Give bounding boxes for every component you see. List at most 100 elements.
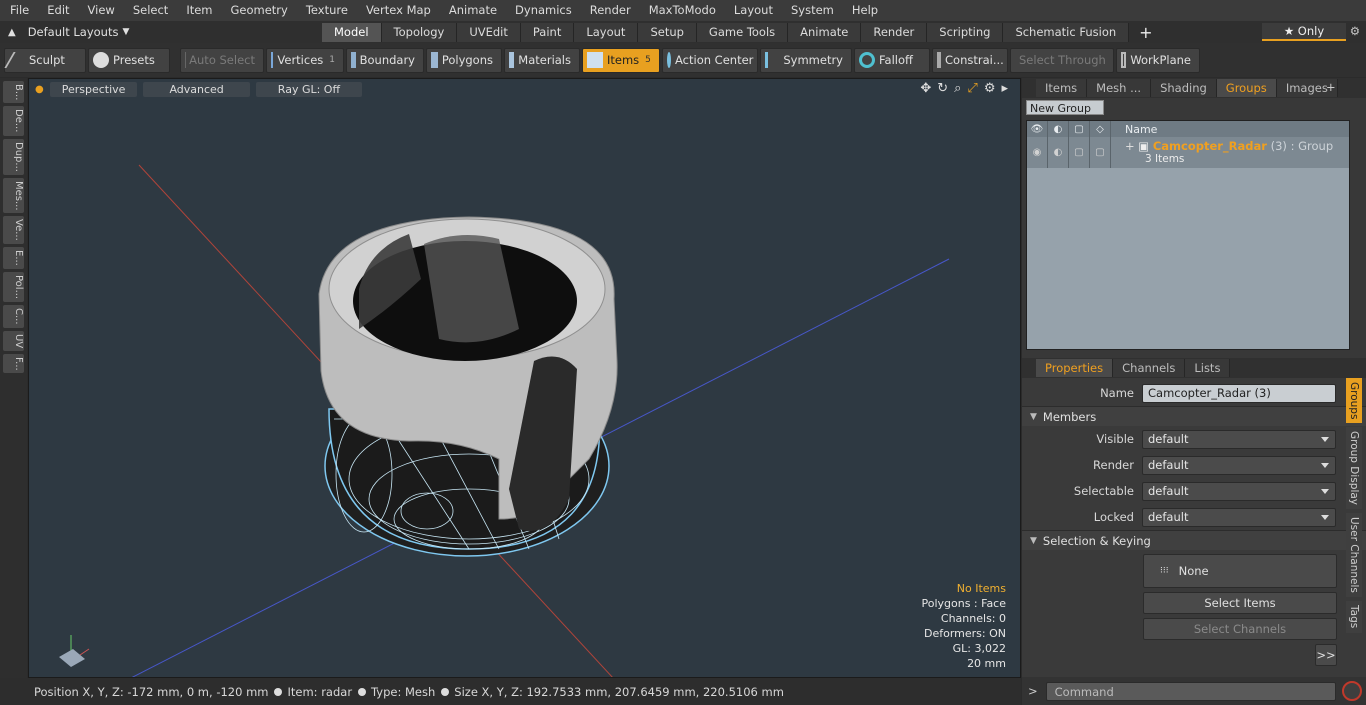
advanced-button[interactable]: Advanced: [143, 81, 250, 97]
left-tab-5[interactable]: E...: [3, 247, 24, 269]
selection-keying-section[interactable]: ▼ Selection & Keying: [1022, 530, 1366, 550]
items-button[interactable]: Items 5: [582, 47, 660, 73]
tab-paint[interactable]: Paint: [520, 22, 575, 42]
render-icon[interactable]: ◐: [1048, 121, 1069, 137]
symmetry-button[interactable]: Symmetry: [760, 47, 852, 73]
layouts-up-icon[interactable]: ▲: [8, 27, 16, 38]
layouts-dropdown[interactable]: ▲ Default Layouts ▼: [0, 21, 322, 43]
menu-item-layout[interactable]: Layout: [724, 0, 781, 21]
row-render-icon[interactable]: ◐: [1048, 137, 1069, 168]
menu-item-texture[interactable]: Texture: [296, 0, 356, 21]
tab-schematic-fusion[interactable]: Schematic Fusion: [1003, 22, 1130, 42]
menu-item-file[interactable]: File: [0, 0, 37, 21]
workplane-button[interactable]: WorkPlane: [1116, 47, 1200, 73]
menu-item-dynamics[interactable]: Dynamics: [505, 0, 580, 21]
left-tab-8[interactable]: UV: [3, 330, 24, 351]
falloff-button[interactable]: Falloff: [854, 47, 930, 73]
expand-icon[interactable]: +: [1125, 139, 1135, 153]
left-tab-0[interactable]: B...: [3, 81, 24, 104]
select-channels-button[interactable]: Select Channels: [1143, 618, 1337, 640]
select-icon[interactable]: ◇: [1090, 121, 1111, 137]
presets-button[interactable]: Presets: [88, 47, 170, 73]
viewport-expand-icon[interactable]: ▸: [1001, 81, 1008, 96]
properties-tab-lists[interactable]: Lists: [1185, 359, 1231, 377]
tab-model[interactable]: Model: [322, 22, 382, 42]
members-section[interactable]: ▼ Members: [1022, 406, 1366, 426]
tab-game-tools[interactable]: Game Tools: [696, 22, 789, 42]
menu-item-system[interactable]: System: [781, 0, 842, 21]
menu-item-maxtomodo[interactable]: MaxToModo: [639, 0, 724, 21]
menu-item-view[interactable]: View: [78, 0, 123, 21]
menu-item-animate[interactable]: Animate: [439, 0, 505, 21]
menu-item-help[interactable]: Help: [842, 0, 886, 21]
row-checkbox[interactable]: ▢: [1090, 137, 1111, 168]
side-tab-tags[interactable]: Tags: [1346, 601, 1362, 633]
menu-item-edit[interactable]: Edit: [37, 0, 77, 21]
left-tab-2[interactable]: Dup...: [3, 138, 24, 175]
side-tab-user-channels[interactable]: User Channels: [1346, 513, 1362, 598]
panel-tab-3[interactable]: Groups: [1216, 79, 1277, 97]
only-toggle[interactable]: ★ Only: [1262, 23, 1346, 41]
menu-item-select[interactable]: Select: [123, 0, 176, 21]
tab-setup[interactable]: Setup: [638, 22, 697, 42]
selectable-select[interactable]: default: [1142, 481, 1336, 501]
left-tab-7[interactable]: C...: [3, 304, 24, 328]
menu-item-geometry[interactable]: Geometry: [221, 0, 296, 21]
menu-item-render[interactable]: Render: [580, 0, 639, 21]
name-field[interactable]: Camcopter_Radar (3): [1142, 383, 1336, 403]
pan-icon[interactable]: ✥: [920, 81, 931, 96]
locked-select[interactable]: default: [1142, 507, 1336, 527]
left-tab-1[interactable]: De...: [3, 106, 24, 136]
3d-viewport[interactable]: ● Perspective Advanced Ray GL: Off ✥ ↻ ⌕…: [28, 78, 1021, 678]
select-items-button[interactable]: Select Items: [1143, 592, 1337, 614]
auto-select-button[interactable]: Auto Select: [180, 47, 264, 73]
left-tab-6[interactable]: Pol...: [3, 271, 24, 302]
viewport-menu-dot[interactable]: ●: [35, 84, 44, 95]
tab-animate[interactable]: Animate: [788, 22, 862, 42]
tab-layout[interactable]: Layout: [574, 22, 639, 42]
visibility-eye-icon[interactable]: 👁: [1027, 121, 1048, 137]
panel-tab-1[interactable]: Mesh ...: [1087, 79, 1152, 97]
constraints-button[interactable]: Constrai...: [932, 47, 1008, 73]
fit-icon[interactable]: ⤢: [967, 81, 977, 96]
menu-item-item[interactable]: Item: [176, 0, 220, 21]
zoom-icon[interactable]: ⌕: [954, 81, 961, 96]
panel-tab-2[interactable]: Shading: [1151, 79, 1217, 97]
tab-topology[interactable]: Topology: [381, 22, 458, 42]
new-group-button[interactable]: New Group: [1026, 100, 1104, 115]
perspective-button[interactable]: Perspective: [49, 81, 138, 97]
viewport-gear-icon[interactable]: ⚙: [984, 81, 996, 96]
add-tab-button[interactable]: +: [1139, 23, 1152, 42]
sculpt-button[interactable]: Sculpt: [4, 47, 86, 73]
menu-item-vertex-map[interactable]: Vertex Map: [356, 0, 439, 21]
select-through-button[interactable]: Select Through: [1010, 47, 1114, 73]
visible-select[interactable]: default: [1142, 429, 1336, 449]
group-row[interactable]: ◉ ◐ ▢ ▢ + ▣ Camcopter_Radar (3) : Group …: [1027, 137, 1349, 168]
rotate-icon[interactable]: ↻: [937, 81, 948, 96]
lock-icon[interactable]: ▢: [1069, 121, 1090, 137]
tab-render[interactable]: Render: [861, 22, 928, 42]
row-eye-icon[interactable]: ◉: [1027, 137, 1048, 168]
row-checkbox[interactable]: ▢: [1069, 137, 1090, 168]
panel-tab-0[interactable]: Items: [1036, 79, 1088, 97]
action-center-button[interactable]: Action Center: [662, 47, 758, 73]
menu-gear-icon[interactable]: ⚙: [1350, 24, 1360, 38]
properties-tab-channels[interactable]: Channels: [1113, 359, 1186, 377]
panel-add-tab[interactable]: +: [1326, 80, 1336, 94]
command-input[interactable]: Command: [1045, 681, 1336, 701]
more-button[interactable]: >>: [1315, 644, 1337, 666]
tab-uvedit[interactable]: UVEdit: [457, 22, 521, 42]
left-tab-9[interactable]: F...: [3, 353, 24, 374]
properties-tab-properties[interactable]: Properties: [1036, 359, 1114, 377]
left-tab-4[interactable]: Ve...: [3, 216, 24, 245]
vertices-button[interactable]: Vertices 1: [266, 47, 344, 73]
side-tab-group-display[interactable]: Group Display: [1346, 427, 1362, 510]
record-macro-icon[interactable]: [1341, 681, 1362, 701]
polygons-button[interactable]: Polygons: [426, 47, 502, 73]
left-tab-3[interactable]: Mes...: [3, 177, 24, 214]
boundary-button[interactable]: Boundary: [346, 47, 424, 73]
raygl-button[interactable]: Ray GL: Off: [255, 81, 363, 97]
materials-button[interactable]: Materials: [504, 47, 580, 73]
tab-scripting[interactable]: Scripting: [927, 22, 1004, 42]
none-button[interactable]: ⁝⁝⁝ None: [1143, 554, 1337, 588]
